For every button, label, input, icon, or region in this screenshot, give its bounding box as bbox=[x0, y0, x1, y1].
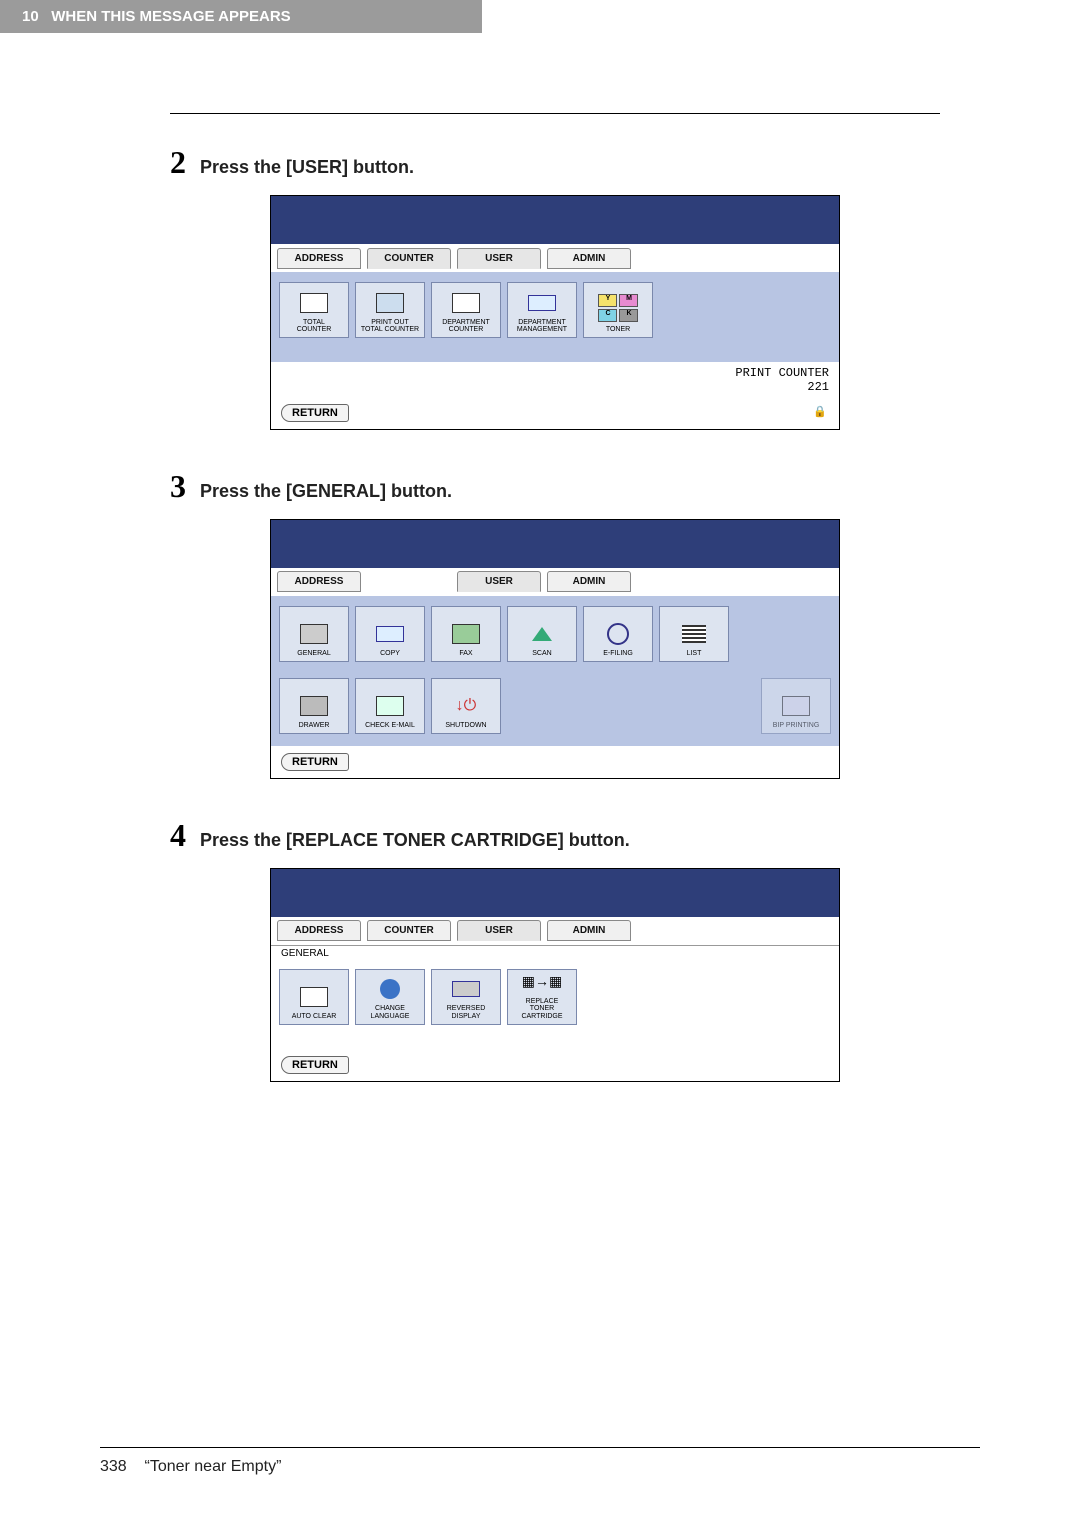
page-number: 338 bbox=[100, 1458, 127, 1475]
return-button[interactable]: RETURN bbox=[281, 404, 349, 422]
scan-button[interactable]: SCAN bbox=[507, 606, 577, 662]
fax-icon bbox=[450, 622, 482, 646]
footer-row: RETURN bbox=[271, 746, 839, 778]
drawer-button[interactable]: DRAWER bbox=[279, 678, 349, 734]
counter-icon bbox=[298, 291, 330, 315]
tab-row: ADDRESS COUNTER USER ADMIN bbox=[271, 244, 839, 272]
general-button[interactable]: GENERAL bbox=[279, 606, 349, 662]
chapter-number: 10 bbox=[22, 8, 39, 25]
title-bar bbox=[271, 520, 839, 568]
step-4: 4 Press the [REPLACE TONER CARTRIDGE] bu… bbox=[170, 817, 940, 854]
shutdown-icon: ↓⏻ bbox=[450, 694, 482, 718]
step-text: Press the [REPLACE TONER CARTRIDGE] butt… bbox=[200, 830, 630, 851]
toner-icon: Y M C K bbox=[598, 294, 638, 322]
step-3: 3 Press the [GENERAL] button. bbox=[170, 468, 940, 505]
screenshot-user: ADDRESS COUNTER USER ADMIN TOTAL COUNTER… bbox=[270, 195, 840, 430]
panel-body: AUTO CLEAR CHANGE LANGUAGE REVERSED DISP… bbox=[271, 959, 839, 1049]
list-button[interactable]: LIST bbox=[659, 606, 729, 662]
copy-button[interactable]: COPY bbox=[355, 606, 425, 662]
auto-clear-icon bbox=[298, 985, 330, 1009]
tab-address[interactable]: ADDRESS bbox=[277, 248, 361, 269]
screenshot-replace-toner: ADDRESS COUNTER USER ADMIN GENERAL AUTO … bbox=[270, 868, 840, 1082]
screenshot-general: ADDRESS COUNTER USER ADMIN GENERAL COPY … bbox=[270, 519, 840, 779]
chapter-title: WHEN THIS MESSAGE APPEARS bbox=[51, 8, 290, 25]
change-language-button[interactable]: CHANGE LANGUAGE bbox=[355, 969, 425, 1025]
return-button[interactable]: RETURN bbox=[281, 753, 349, 771]
drawer-icon bbox=[298, 694, 330, 718]
department-management-button[interactable]: DEPARTMENT MANAGEMENT bbox=[507, 282, 577, 338]
title-bar bbox=[271, 196, 839, 244]
step-number: 3 bbox=[170, 468, 186, 505]
globe-icon bbox=[374, 977, 406, 1001]
tab-counter[interactable]: COUNTER bbox=[367, 248, 451, 269]
bip-icon bbox=[780, 694, 812, 718]
divider bbox=[170, 113, 940, 114]
panel-body: TOTAL COUNTER PRINT OUT TOTAL COUNTER DE… bbox=[271, 272, 839, 362]
total-counter-button[interactable]: TOTAL COUNTER bbox=[279, 282, 349, 338]
dept-mgmt-icon bbox=[526, 291, 558, 315]
department-counter-button[interactable]: DEPARTMENT COUNTER bbox=[431, 282, 501, 338]
efiling-button[interactable]: E-FILING bbox=[583, 606, 653, 662]
replace-toner-cartridge-button[interactable]: ▦→▦ REPLACE TONER CARTRIDGE bbox=[507, 969, 577, 1025]
tab-counter[interactable]: COUNTER bbox=[367, 920, 451, 941]
page-footer-title: “Toner near Empty” bbox=[144, 1458, 281, 1475]
printer-icon bbox=[374, 291, 406, 315]
footer-row: RETURN 🔒 bbox=[271, 397, 839, 429]
step-text: Press the [GENERAL] button. bbox=[200, 481, 452, 502]
tab-row: ADDRESS COUNTER USER ADMIN bbox=[271, 917, 839, 945]
fax-button[interactable]: FAX bbox=[431, 606, 501, 662]
return-button[interactable]: RETURN bbox=[281, 1056, 349, 1074]
copy-icon bbox=[374, 622, 406, 646]
title-bar bbox=[271, 869, 839, 917]
step-number: 2 bbox=[170, 144, 186, 181]
panel-body: GENERAL COPY FAX SCAN E-FILING bbox=[271, 596, 839, 746]
step-number: 4 bbox=[170, 817, 186, 854]
tab-address[interactable]: ADDRESS bbox=[277, 571, 361, 592]
check-email-button[interactable]: CHECK E-MAIL bbox=[355, 678, 425, 734]
step-text: Press the [USER] button. bbox=[200, 157, 414, 178]
tab-address[interactable]: ADDRESS bbox=[277, 920, 361, 941]
footer-row: RETURN bbox=[271, 1049, 839, 1081]
replace-toner-icon: ▦→▦ bbox=[526, 970, 558, 994]
tab-admin[interactable]: ADMIN bbox=[547, 920, 631, 941]
reversed-display-button[interactable]: REVERSED DISPLAY bbox=[431, 969, 501, 1025]
efiling-icon bbox=[602, 622, 634, 646]
general-icon bbox=[298, 622, 330, 646]
scan-icon bbox=[526, 622, 558, 646]
step-2: 2 Press the [USER] button. bbox=[170, 144, 940, 181]
tab-admin[interactable]: ADMIN bbox=[547, 248, 631, 269]
lock-icon: 🔒 bbox=[813, 405, 829, 421]
chapter-tab: 10 WHEN THIS MESSAGE APPEARS bbox=[0, 0, 482, 33]
list-icon bbox=[678, 622, 710, 646]
tab-user[interactable]: USER bbox=[457, 571, 541, 592]
page-footer: 338 “Toner near Empty” bbox=[100, 1447, 980, 1476]
tab-user[interactable]: USER bbox=[457, 248, 541, 269]
print-out-button[interactable]: PRINT OUT TOTAL COUNTER bbox=[355, 282, 425, 338]
tab-user[interactable]: USER bbox=[457, 920, 541, 941]
tab-admin[interactable]: ADMIN bbox=[547, 571, 631, 592]
dept-counter-icon bbox=[450, 291, 482, 315]
reversed-display-icon bbox=[450, 977, 482, 1001]
print-counter-readout: PRINT COUNTER 221 bbox=[271, 362, 839, 397]
tab-row: ADDRESS COUNTER USER ADMIN bbox=[271, 568, 839, 596]
sub-heading: GENERAL bbox=[271, 945, 839, 959]
auto-clear-button[interactable]: AUTO CLEAR bbox=[279, 969, 349, 1025]
bip-printing-button: BIP PRINTING bbox=[761, 678, 831, 734]
toner-button[interactable]: Y M C K TONER bbox=[583, 282, 653, 338]
shutdown-button[interactable]: ↓⏻ SHUTDOWN bbox=[431, 678, 501, 734]
check-email-icon bbox=[374, 694, 406, 718]
